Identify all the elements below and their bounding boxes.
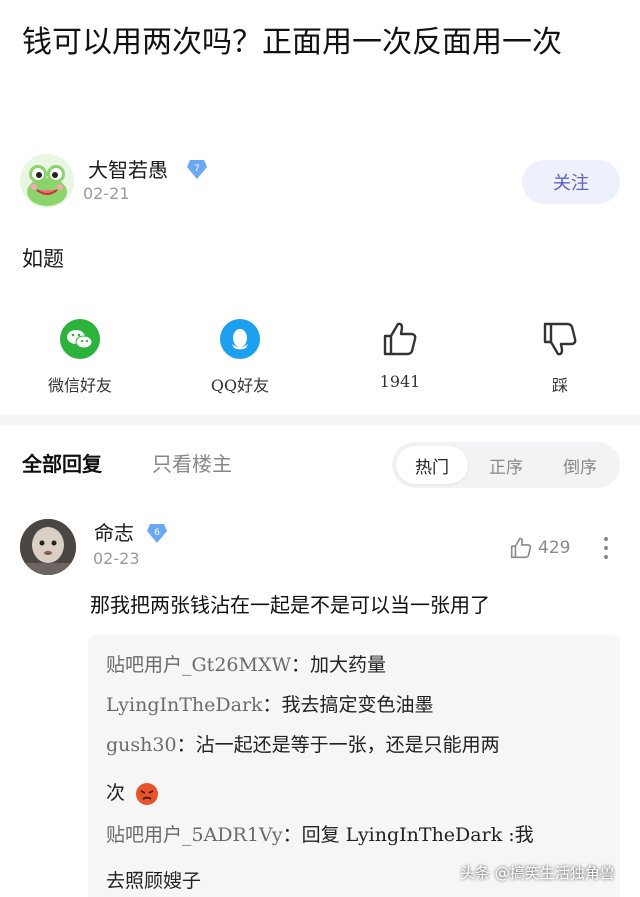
author-name[interactable]: 大智若愚: [88, 154, 168, 183]
dislike-label: 踩: [551, 376, 568, 395]
post-body: 如题: [22, 247, 64, 271]
sub-reply-text: 次: [106, 782, 126, 804]
share-qq-label: QQ好友: [210, 376, 270, 395]
section-divider: [0, 415, 640, 425]
thumbs-up-icon: [383, 322, 417, 356]
share-wechat-button[interactable]: 微信好友: [20, 318, 140, 396]
comment-text: 那我把两张钱沾在一起是不是可以当一张用了: [90, 593, 490, 617]
post-title: 钱可以用两次吗？正面用一次反面用一次: [22, 25, 562, 60]
sub-reply-1: 贴吧用户_Gt26MXW：加大药量: [106, 651, 386, 679]
tab-owner-only[interactable]: 只看楼主: [152, 448, 232, 477]
commenter-level-number: 6: [154, 528, 160, 538]
share-row: 微信好友 QQ好友 1941 踩: [0, 318, 640, 398]
comment-like-count: 429: [538, 538, 571, 558]
avatar[interactable]: [20, 154, 74, 208]
thumbs-down-icon: [543, 322, 577, 356]
sub-reply-3: gush30：沾一起还是等于一张，还是只能用两: [106, 731, 500, 759]
sort-toggle: 热门 正序 倒序: [392, 442, 620, 488]
commenter-avatar[interactable]: [20, 519, 76, 575]
tab-all-replies[interactable]: 全部回复: [22, 448, 102, 477]
sub-reply-user[interactable]: LyingInTheDark: [106, 694, 263, 716]
sub-reply-text: ：回复 LyingInTheDark :我: [282, 824, 534, 846]
sort-hot[interactable]: 热门: [396, 446, 468, 484]
post-date: 02-21: [83, 184, 130, 203]
sub-reply-user[interactable]: 贴吧用户_5ADR1Vy: [106, 824, 283, 846]
sub-reply-text: ：我去搞定变色油墨: [262, 694, 434, 716]
sub-reply-4-cont: 去照顾嫂子: [106, 867, 201, 895]
share-qq-button[interactable]: QQ好友: [180, 318, 300, 396]
like-button[interactable]: 1941: [340, 318, 460, 391]
sub-reply-text: ：沾一起还是等于一张，还是只能用两: [176, 734, 500, 756]
sub-reply-user[interactable]: gush30: [106, 734, 177, 756]
reply-tabs: 全部回复 只看楼主 热门 正序 倒序: [0, 440, 640, 490]
sub-reply-text: ：加大药量: [291, 654, 387, 676]
qq-icon: [220, 319, 260, 359]
commenter-level-badge-icon: 6: [147, 524, 167, 543]
more-options-icon[interactable]: [596, 535, 616, 561]
level-badge-icon: 7: [187, 160, 207, 179]
sub-reply-2: LyingInTheDark：我去搞定变色油墨: [106, 691, 434, 719]
comment-like-button[interactable]: 429: [508, 535, 570, 561]
dislike-button[interactable]: 踩: [500, 318, 620, 396]
frog-avatar-icon: [27, 165, 67, 206]
commenter-name[interactable]: 命志: [94, 517, 134, 546]
sort-descending[interactable]: 倒序: [544, 446, 616, 484]
sub-reply-4: 贴吧用户_5ADR1Vy：回复 LyingInTheDark :我: [106, 821, 534, 849]
like-count: 1941: [379, 372, 421, 391]
level-badge-number: 7: [194, 164, 200, 174]
wechat-icon: [60, 319, 100, 359]
sub-reply-text: 去照顾嫂子: [106, 870, 202, 892]
angry-emoji-icon: [136, 783, 159, 805]
share-wechat-label: 微信好友: [47, 376, 112, 395]
comment-thumbs-up-icon: [510, 537, 532, 559]
comment-date: 02-23: [93, 549, 140, 568]
sort-ascending[interactable]: 正序: [470, 446, 542, 484]
sub-reply-user[interactable]: 贴吧用户_Gt26MXW: [106, 654, 291, 676]
author-row: 大智若愚 7 02-21 关注: [20, 152, 620, 212]
sub-reply-3-cont: 次: [106, 779, 159, 807]
follow-button[interactable]: 关注: [522, 160, 620, 204]
watermark: 头条 @搞笑生活独角兽: [460, 864, 615, 882]
sub-replies-box[interactable]: 贴吧用户_Gt26MXW：加大药量 LyingInTheDark：我去搞定变色油…: [88, 635, 620, 897]
commenter-avatar-image: [20, 519, 76, 575]
